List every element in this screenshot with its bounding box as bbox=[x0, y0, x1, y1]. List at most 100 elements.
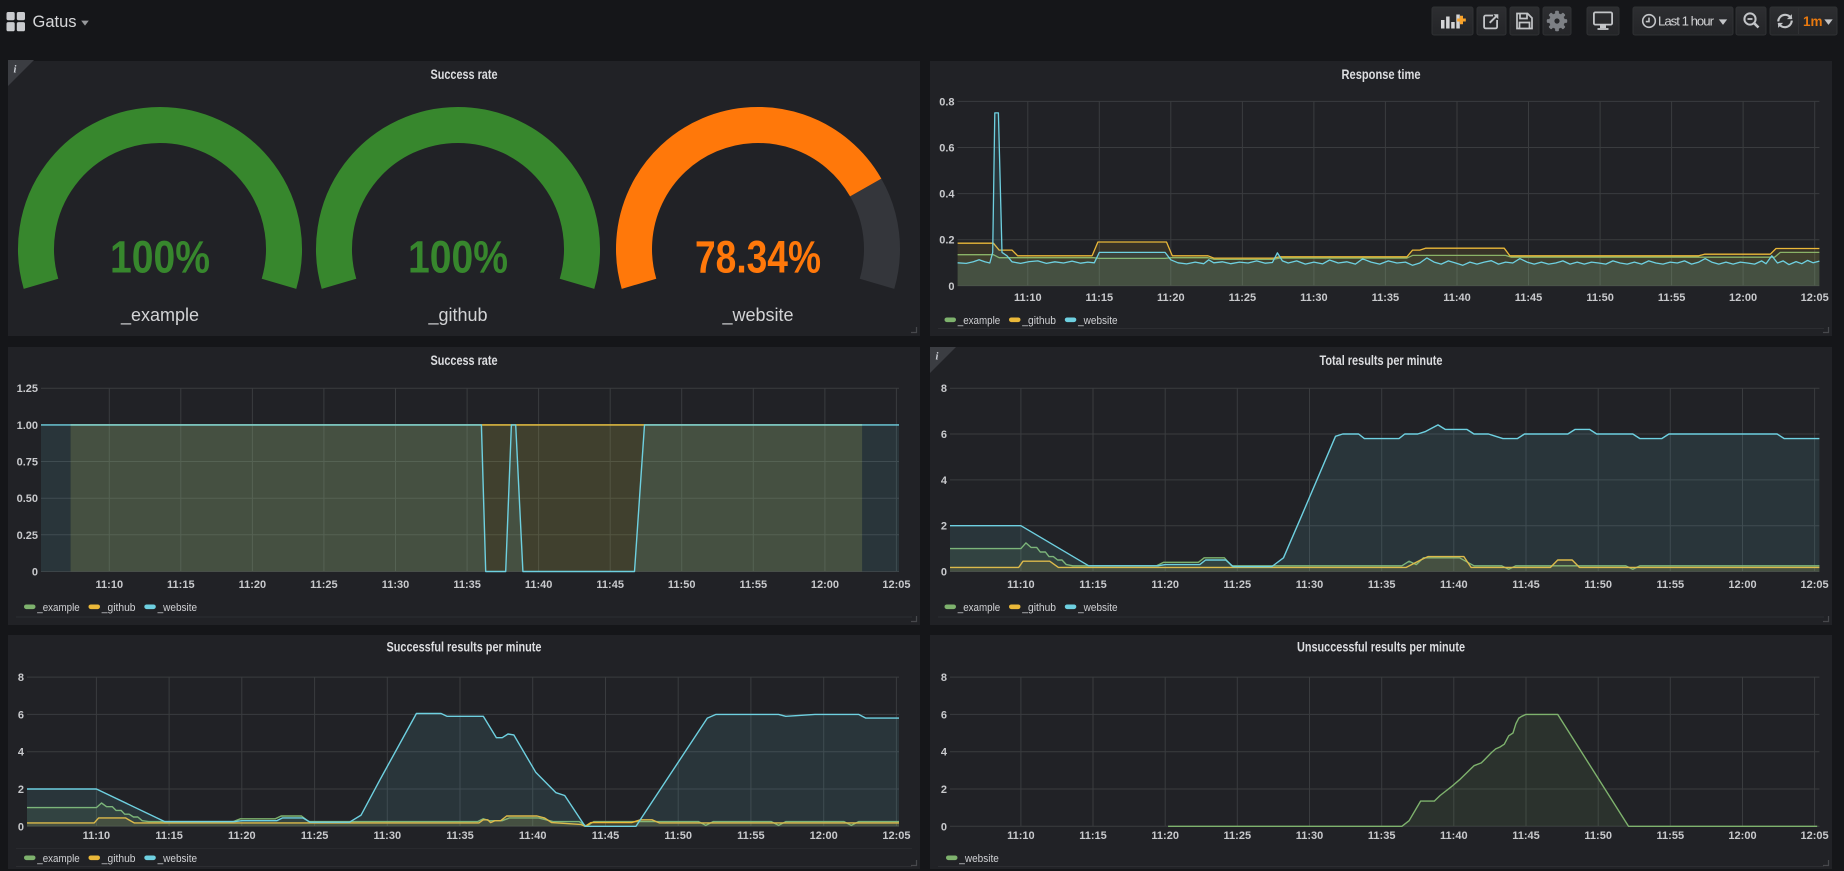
svg-text:0.75: 0.75 bbox=[17, 457, 38, 469]
svg-text:11:15: 11:15 bbox=[1086, 292, 1114, 304]
svg-text:_website: _website bbox=[1077, 315, 1117, 327]
svg-text:4: 4 bbox=[18, 747, 25, 759]
svg-text:11:40: 11:40 bbox=[1440, 579, 1468, 591]
svg-text:Response time: Response time bbox=[1342, 66, 1421, 82]
svg-text:100%: 100% bbox=[110, 232, 210, 283]
svg-text:8: 8 bbox=[941, 383, 947, 395]
svg-text:_website: _website bbox=[157, 602, 197, 614]
svg-text:1.25: 1.25 bbox=[17, 383, 38, 395]
svg-text:_github: _github bbox=[1021, 315, 1056, 327]
svg-text:_github: _github bbox=[1021, 602, 1056, 614]
svg-text:11:25: 11:25 bbox=[310, 579, 338, 591]
svg-text:11:35: 11:35 bbox=[1372, 292, 1400, 304]
svg-text:11:50: 11:50 bbox=[1586, 292, 1614, 304]
svg-text:12:05: 12:05 bbox=[882, 579, 910, 591]
svg-text:i: i bbox=[14, 65, 17, 76]
svg-text:11:45: 11:45 bbox=[1515, 292, 1543, 304]
svg-text:11:35: 11:35 bbox=[1368, 830, 1396, 842]
svg-text:12:00: 12:00 bbox=[1728, 579, 1756, 591]
svg-text:12:00: 12:00 bbox=[1729, 292, 1757, 304]
svg-text:Total results per minute: Total results per minute bbox=[1320, 352, 1443, 368]
svg-text:11:15: 11:15 bbox=[1079, 830, 1107, 842]
svg-text:100%: 100% bbox=[408, 232, 508, 283]
svg-text:11:20: 11:20 bbox=[228, 830, 256, 842]
svg-text:11:10: 11:10 bbox=[1007, 830, 1035, 842]
svg-text:11:20: 11:20 bbox=[1151, 579, 1179, 591]
svg-text:11:15: 11:15 bbox=[1079, 579, 1107, 591]
svg-text:0.4: 0.4 bbox=[939, 189, 955, 201]
svg-text:_github: _github bbox=[427, 305, 487, 326]
svg-text:i: i bbox=[936, 352, 939, 363]
svg-text:Gatus: Gatus bbox=[33, 13, 77, 31]
svg-text:11:50: 11:50 bbox=[1584, 830, 1612, 842]
svg-text:12:05: 12:05 bbox=[882, 830, 910, 842]
svg-text:11:50: 11:50 bbox=[668, 579, 696, 591]
svg-text:11:40: 11:40 bbox=[1443, 292, 1471, 304]
svg-text:11:25: 11:25 bbox=[1224, 579, 1252, 591]
svg-text:11:10: 11:10 bbox=[1007, 579, 1035, 591]
svg-text:11:35: 11:35 bbox=[446, 830, 474, 842]
svg-text:0: 0 bbox=[941, 567, 947, 579]
svg-text:0.2: 0.2 bbox=[939, 235, 954, 247]
svg-text:8: 8 bbox=[941, 672, 947, 684]
svg-text:11:10: 11:10 bbox=[83, 830, 111, 842]
svg-text:0.50: 0.50 bbox=[17, 493, 38, 505]
svg-text:Last 1 hour: Last 1 hour bbox=[1658, 14, 1715, 29]
svg-text:11:30: 11:30 bbox=[1300, 292, 1328, 304]
svg-text:0: 0 bbox=[948, 281, 954, 293]
svg-text:12:05: 12:05 bbox=[1801, 579, 1829, 591]
svg-text:11:20: 11:20 bbox=[1151, 830, 1179, 842]
svg-text:11:15: 11:15 bbox=[155, 830, 183, 842]
svg-text:11:45: 11:45 bbox=[592, 830, 620, 842]
svg-text:11:40: 11:40 bbox=[519, 830, 547, 842]
svg-text:11:40: 11:40 bbox=[525, 579, 553, 591]
svg-text:2: 2 bbox=[941, 521, 947, 533]
svg-text:11:15: 11:15 bbox=[167, 579, 195, 591]
svg-text:_website: _website bbox=[157, 853, 197, 865]
svg-text:Success rate: Success rate bbox=[431, 66, 498, 82]
svg-text:_example: _example bbox=[36, 853, 79, 865]
svg-text:11:35: 11:35 bbox=[453, 579, 481, 591]
svg-text:0.8: 0.8 bbox=[939, 96, 954, 108]
svg-text:6: 6 bbox=[18, 709, 24, 721]
svg-text:11:30: 11:30 bbox=[374, 830, 402, 842]
svg-text:12:00: 12:00 bbox=[810, 830, 838, 842]
svg-text:6: 6 bbox=[941, 709, 947, 721]
svg-text:Successful results per minute: Successful results per minute bbox=[387, 639, 542, 655]
svg-text:11:45: 11:45 bbox=[596, 579, 624, 591]
svg-text:11:25: 11:25 bbox=[1224, 830, 1252, 842]
svg-text:11:50: 11:50 bbox=[664, 830, 692, 842]
svg-text:Unsuccessful results per minut: Unsuccessful results per minute bbox=[1297, 639, 1465, 655]
svg-text:8: 8 bbox=[18, 672, 24, 684]
svg-text:0: 0 bbox=[32, 567, 38, 579]
svg-text:_github: _github bbox=[101, 602, 136, 614]
svg-text:2: 2 bbox=[941, 784, 947, 796]
svg-text:11:55: 11:55 bbox=[740, 579, 768, 591]
svg-text:4: 4 bbox=[941, 475, 948, 487]
svg-text:4: 4 bbox=[941, 747, 948, 759]
svg-text:12:05: 12:05 bbox=[1801, 292, 1829, 304]
svg-text:_example: _example bbox=[120, 305, 199, 326]
svg-text:11:55: 11:55 bbox=[737, 830, 765, 842]
svg-text:11:45: 11:45 bbox=[1512, 830, 1540, 842]
svg-text:11:20: 11:20 bbox=[1157, 292, 1185, 304]
svg-text:6: 6 bbox=[941, 429, 947, 441]
svg-text:0.6: 0.6 bbox=[939, 143, 954, 155]
svg-text:1.00: 1.00 bbox=[17, 420, 38, 432]
svg-text:11:10: 11:10 bbox=[96, 579, 124, 591]
svg-text:11:30: 11:30 bbox=[382, 579, 410, 591]
svg-text:_website: _website bbox=[721, 305, 793, 326]
svg-text:12:05: 12:05 bbox=[1801, 830, 1829, 842]
svg-text:12:00: 12:00 bbox=[811, 579, 839, 591]
svg-text:_website: _website bbox=[958, 853, 998, 865]
svg-text:0: 0 bbox=[941, 821, 947, 833]
svg-text:78.34%: 78.34% bbox=[695, 232, 821, 283]
svg-text:11:55: 11:55 bbox=[1658, 292, 1686, 304]
svg-text:_example: _example bbox=[957, 602, 1000, 614]
svg-text:12:00: 12:00 bbox=[1728, 830, 1756, 842]
svg-text:11:25: 11:25 bbox=[301, 830, 329, 842]
svg-text:11:30: 11:30 bbox=[1296, 579, 1324, 591]
svg-text:11:30: 11:30 bbox=[1296, 830, 1324, 842]
svg-text:1m: 1m bbox=[1803, 14, 1823, 29]
svg-text:11:20: 11:20 bbox=[239, 579, 267, 591]
